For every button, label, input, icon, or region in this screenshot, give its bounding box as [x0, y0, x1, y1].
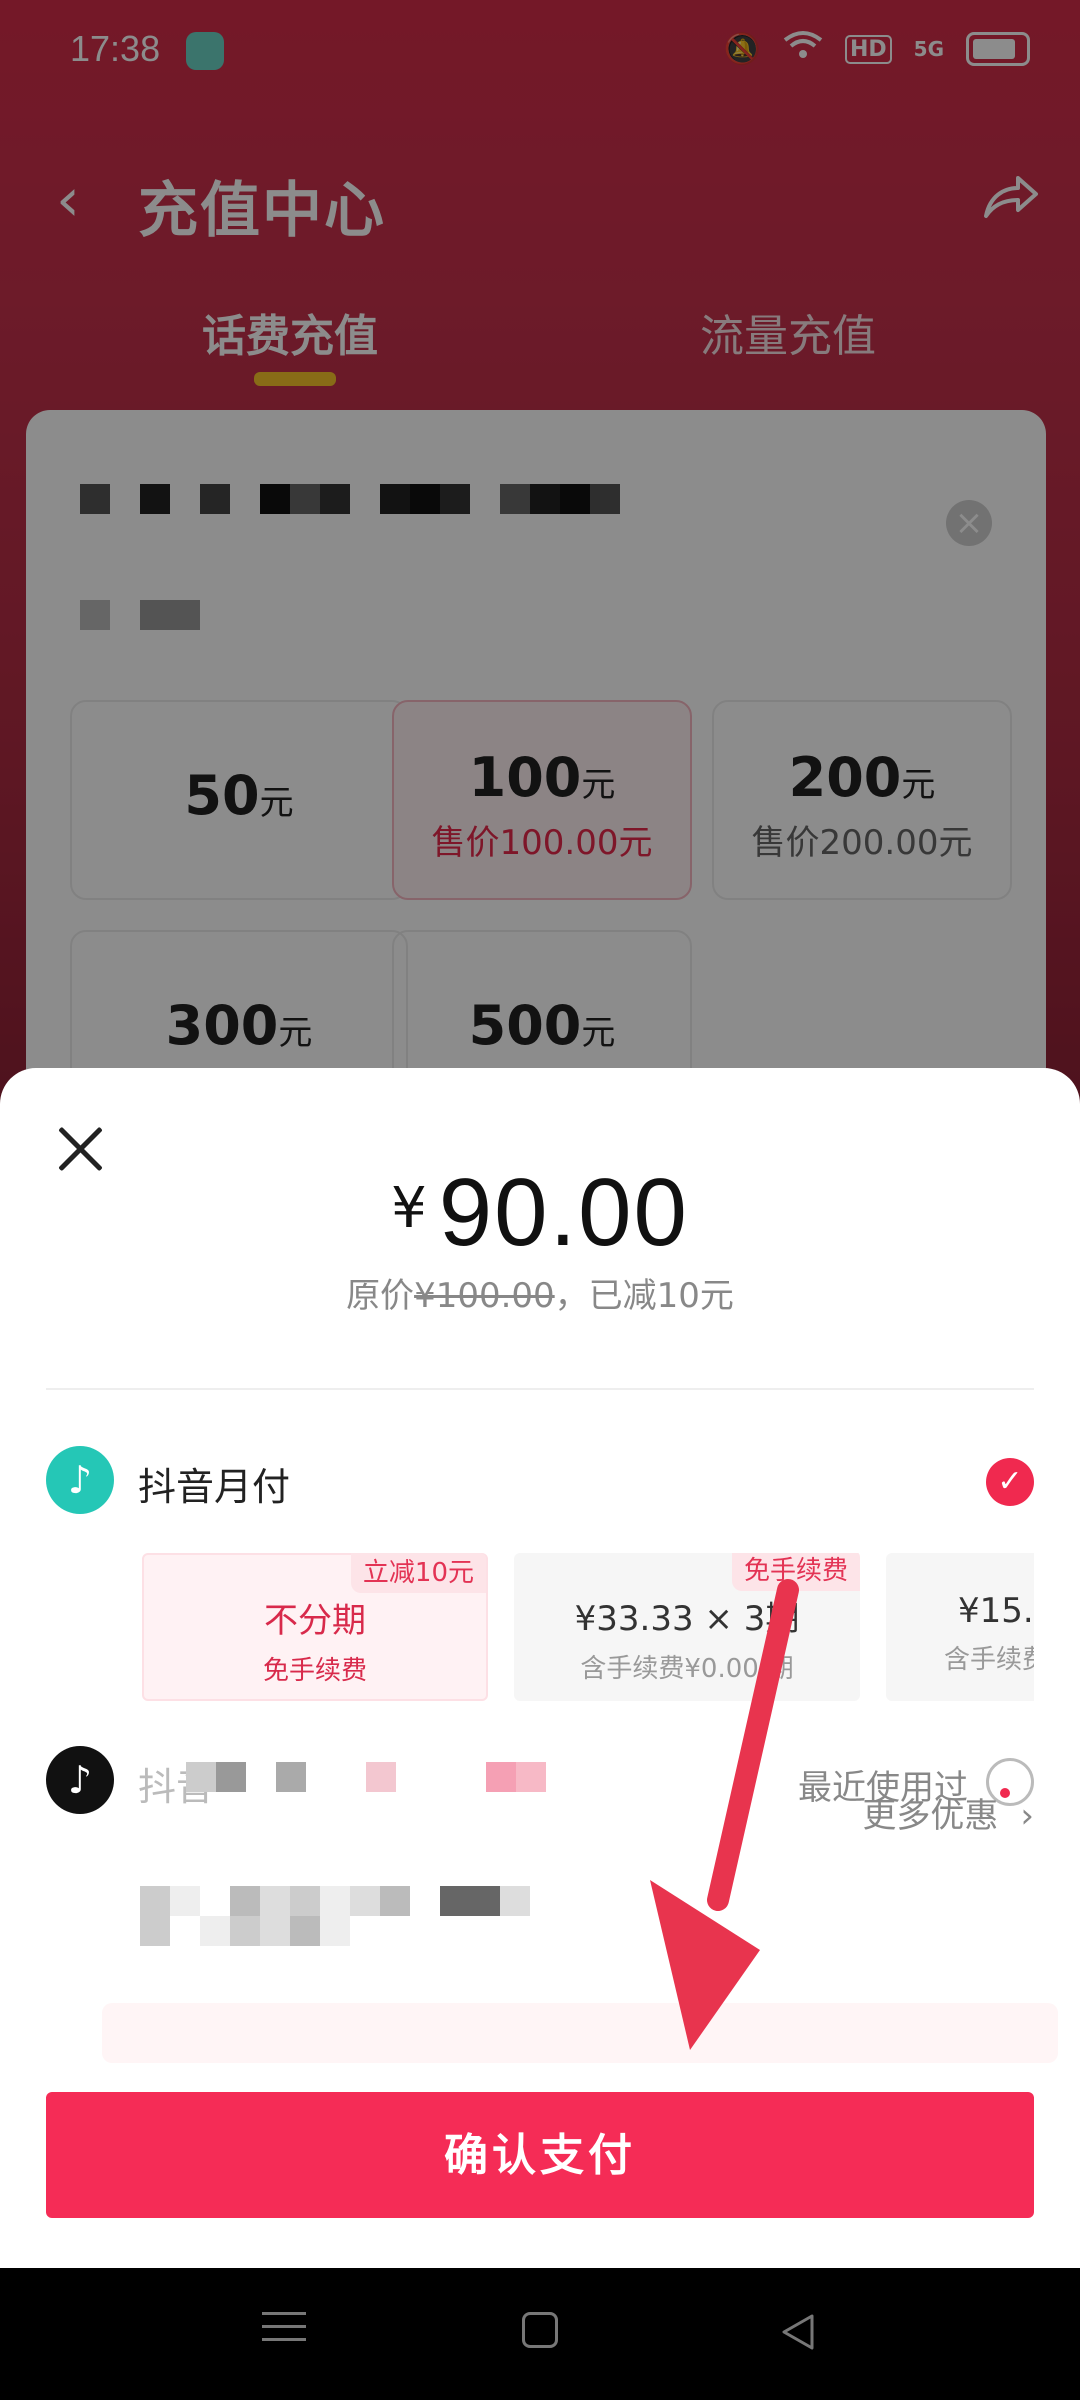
- plan-main: ¥15.7: [958, 1591, 1034, 1631]
- back-nav-icon[interactable]: [778, 2312, 822, 2356]
- more-offers-link[interactable]: 更多优惠 ›: [862, 1788, 1034, 1837]
- more-offers-label: 更多优惠: [862, 1796, 999, 1836]
- original-price: ¥100.00: [414, 1276, 555, 1316]
- plan-3-installments[interactable]: 免手续费 ¥33.33 × 3期 含手续费¥0.00/期: [514, 1553, 860, 1701]
- masked-method-detail: [186, 1762, 586, 1792]
- chevron-right-icon: ›: [1020, 1796, 1034, 1836]
- currency-symbol: ¥: [391, 1176, 427, 1241]
- menu-nav-icon[interactable]: [262, 2312, 306, 2356]
- promo-strip: [102, 2003, 1058, 2063]
- douyin-pay-logo-icon: ♪: [46, 1446, 114, 1514]
- plan-no-installment[interactable]: 立减10元 不分期 免手续费: [142, 1553, 488, 1701]
- masked-account-info: [140, 1886, 530, 1946]
- selected-check-icon[interactable]: ✓: [986, 1458, 1034, 1506]
- installment-plans: 立减10元 不分期 免手续费 免手续费 ¥33.33 × 3期 含手续费¥0.0…: [142, 1553, 1034, 1703]
- confirm-pay-button[interactable]: 确认支付: [46, 2092, 1034, 2218]
- discount-text: ，已减10元: [554, 1276, 734, 1316]
- plan-tag: 立减10元: [350, 1553, 486, 1593]
- original-price-line: 原价¥100.00，已减10元: [0, 1268, 1080, 1317]
- navigation-bar: [0, 2268, 1080, 2400]
- payment-method-douyin-monthly[interactable]: ♪ 抖音月付 ✓: [46, 1446, 1034, 1516]
- pay-amount: ¥90.00: [0, 1158, 1080, 1268]
- plan-tag: 免手续费: [731, 1553, 860, 1591]
- plan-sub: 含手续费: [944, 1645, 1034, 1675]
- douyin-logo-icon: ♪: [46, 1746, 114, 1814]
- new-dot-icon: [1000, 1788, 1011, 1798]
- plan-main: ¥33.33 × 3期: [574, 1599, 800, 1639]
- payment-method-name: 抖音月付: [138, 1465, 291, 1509]
- divider: [46, 1388, 1034, 1390]
- plan-sub: 免手续费: [262, 1656, 367, 1686]
- home-nav-icon[interactable]: [522, 2312, 558, 2348]
- pay-amount-value: 90.00: [438, 1159, 689, 1266]
- original-price-label: 原价: [346, 1276, 415, 1316]
- payment-sheet: ¥90.00 原价¥100.00，已减10元 ♪ 抖音月付 ✓ 立减10元 不分…: [0, 1068, 1080, 2268]
- recharge-page: 17:38 🔕 HD 5G ‹ 充值中心 话费充值 流量充值 50元 100元: [0, 0, 1080, 2268]
- plan-main: 不分期: [264, 1601, 366, 1641]
- plan-sub: 含手续费¥0.00/期: [580, 1654, 794, 1684]
- plan-more-installments[interactable]: ¥15.7 含手续费: [886, 1553, 1034, 1701]
